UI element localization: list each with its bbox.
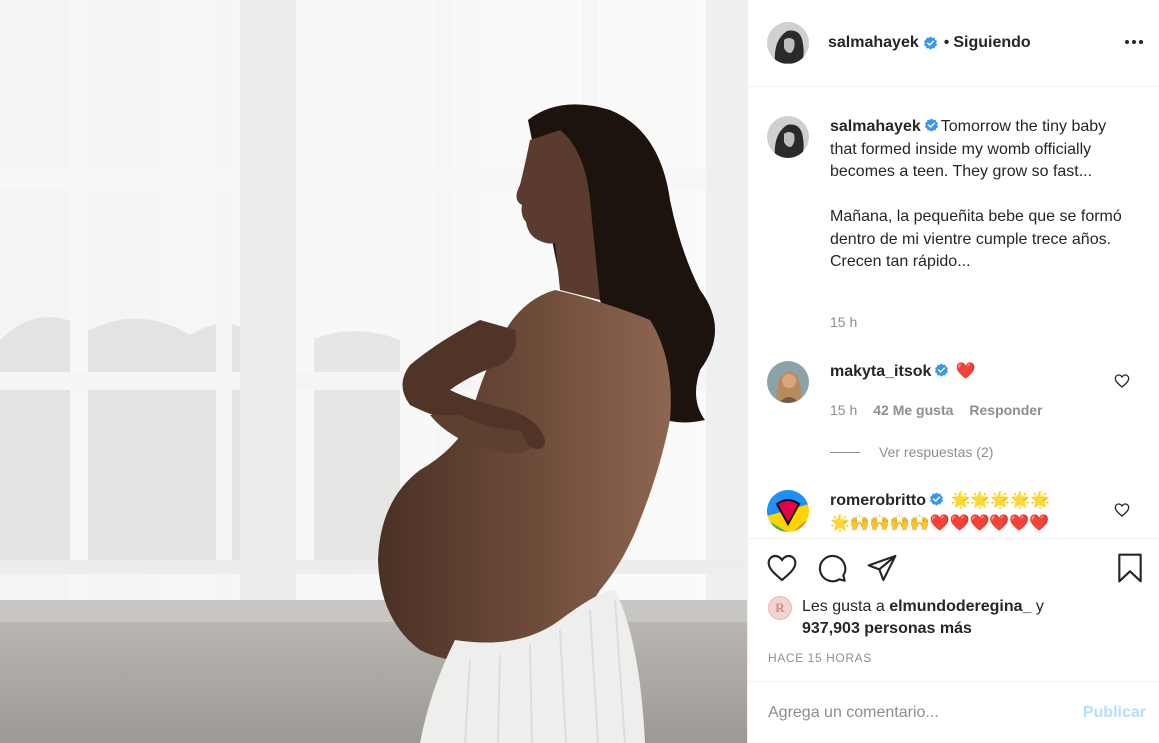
comment-time[interactable]: 15 h <box>830 402 857 418</box>
comment-input[interactable] <box>768 703 1068 722</box>
comment-like-heart-icon[interactable] <box>1114 502 1130 518</box>
comment-author-username[interactable]: romerobritto <box>830 492 926 509</box>
comment-likes-count[interactable]: 42 Me gusta <box>873 402 953 418</box>
comment-meta: 15 h 42 Me gusta Responder <box>830 402 1043 418</box>
liker-avatar[interactable]: R <box>768 596 792 620</box>
caption-avatar-image <box>767 116 809 158</box>
add-comment-form: Publicar <box>748 681 1159 743</box>
author-username[interactable]: salmahayek <box>828 34 919 52</box>
author-avatar[interactable] <box>767 22 809 64</box>
likes-summary: R Les gusta a elmundoderegina_ y 937,903 … <box>768 596 1102 640</box>
likes-count[interactable]: 937,903 personas más <box>802 620 972 637</box>
view-replies-button[interactable]: Ver respuestas (2) <box>830 444 993 460</box>
verified-badge-icon <box>935 363 949 377</box>
likes-prefix: Les gusta a <box>802 598 885 615</box>
comment-text: ❤️ <box>955 363 976 380</box>
commenter-avatar[interactable] <box>767 490 809 532</box>
author-avatar-image <box>767 22 809 64</box>
more-options-button[interactable] <box>1123 31 1145 53</box>
comment-author-username[interactable]: makyta_itsok <box>830 363 931 380</box>
liker-username[interactable]: elmundoderegina_ <box>889 598 1031 615</box>
likes-text: Les gusta a elmundoderegina_ y 937,903 pe… <box>802 596 1102 640</box>
separator-dot: • <box>943 34 950 51</box>
caption-body: salmahayek Tomorrow the tiny baby that fo… <box>830 116 1130 274</box>
comment-bubble-icon[interactable] <box>816 552 848 584</box>
caption-author-avatar[interactable] <box>767 116 809 158</box>
verified-badge-icon <box>929 492 944 506</box>
save-bookmark-icon[interactable] <box>1114 552 1146 584</box>
view-replies-label: Ver respuestas (2) <box>879 444 994 460</box>
commenter-avatar[interactable] <box>767 361 809 403</box>
comment-like-heart-icon[interactable] <box>1114 373 1130 389</box>
caption-meta: 15 h <box>830 314 857 330</box>
share-paper-plane-icon[interactable] <box>866 552 898 584</box>
likes-connector: y <box>1035 598 1044 615</box>
commenter-avatar-image <box>767 490 809 532</box>
post-photo[interactable] <box>0 0 747 743</box>
post-header: salmahayek • Siguiendo <box>748 0 1159 87</box>
verified-badge-icon <box>924 118 938 132</box>
caption-text: Tomorrow the tiny baby that formed insid… <box>830 118 1122 270</box>
post-actions: R Les gusta a elmundoderegina_ y 937,903 … <box>748 538 1159 681</box>
pregnant-woman-window-photo <box>0 0 747 743</box>
caption-time[interactable]: 15 h <box>830 314 857 330</box>
publish-button[interactable]: Publicar <box>1083 704 1146 722</box>
comment-body: romerobritto 🌟🌟🌟🌟🌟 🌟🙌🙌🙌🙌❤️❤️❤️❤️❤️❤️ <box>830 490 1130 535</box>
reply-button[interactable]: Responder <box>969 402 1042 418</box>
post-timestamp[interactable]: HACE 15 HORAS <box>768 651 872 665</box>
post-side-panel: salmahayek • Siguiendo salmahayek Tomorro… <box>747 0 1159 743</box>
replies-divider <box>830 451 860 453</box>
comments-list[interactable]: salmahayek Tomorrow the tiny baby that fo… <box>748 88 1159 538</box>
like-heart-icon[interactable] <box>766 552 798 584</box>
verified-badge-icon <box>923 35 937 50</box>
comment-body: makyta_itsok ❤️ <box>830 361 1130 384</box>
caption-author-username[interactable]: salmahayek <box>830 118 921 135</box>
following-button[interactable]: Siguiendo <box>953 34 1030 52</box>
commenter-avatar-image <box>767 361 809 403</box>
more-dots-icon <box>1125 40 1143 44</box>
